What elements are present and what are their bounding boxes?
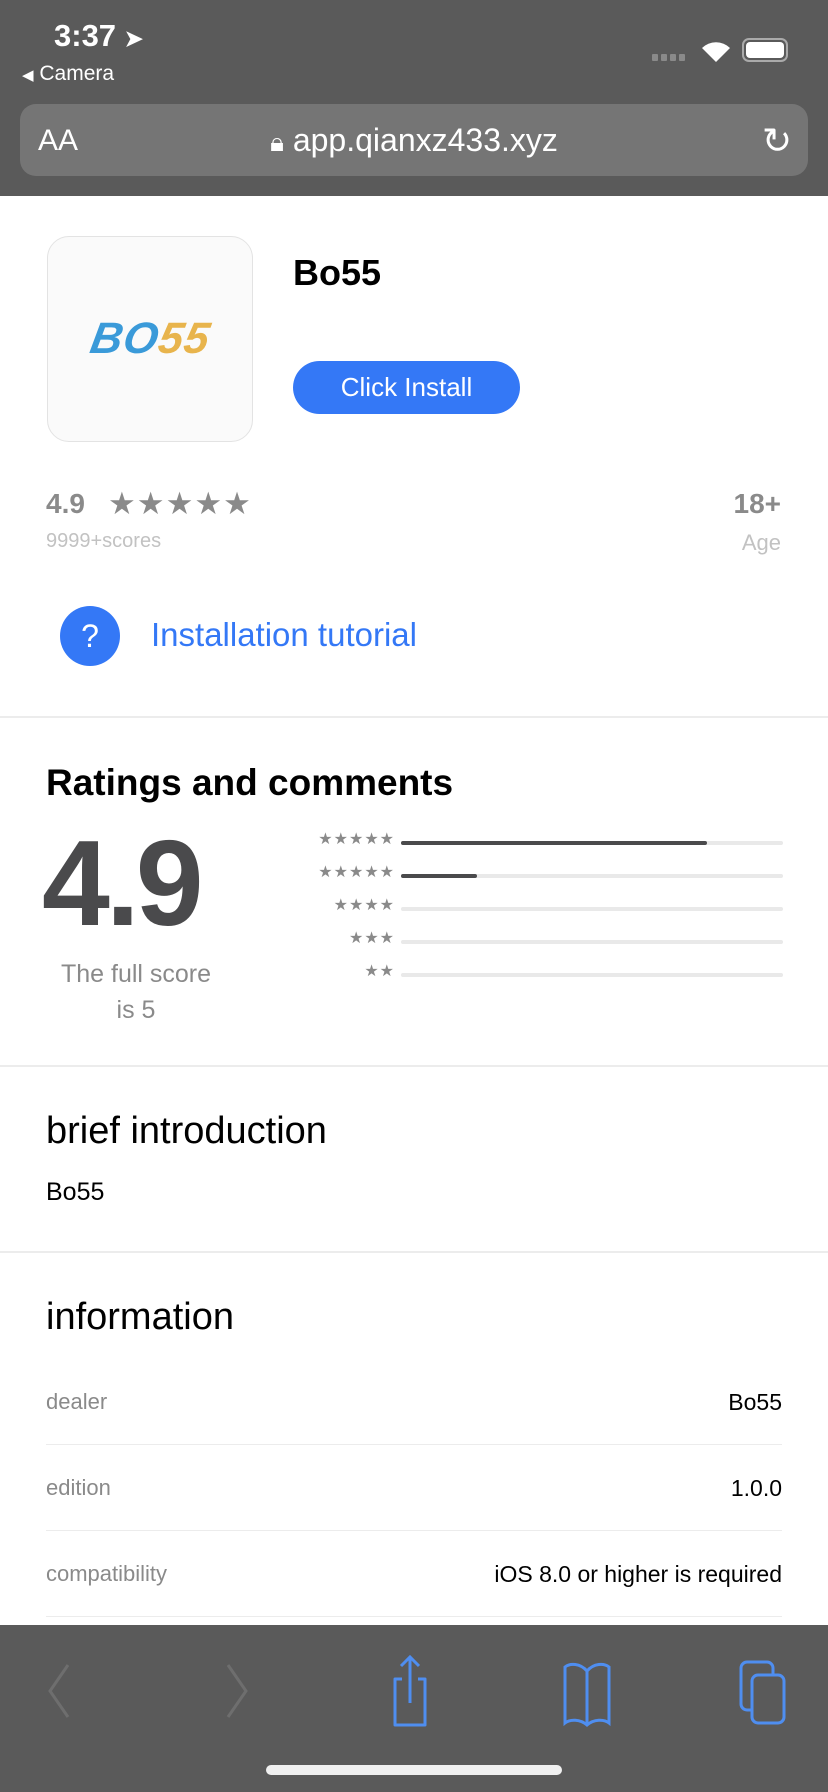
installation-tutorial-link[interactable]: Installation tutorial <box>151 616 417 654</box>
info-value: iOS 8.0 or higher is required <box>494 1561 782 1587</box>
info-row-edition: edition 1.0.0 <box>46 1445 782 1531</box>
row-stars-icon: ★★★ <box>348 930 395 947</box>
age-rating: 18+ <box>733 488 782 519</box>
row-stars-icon: ★★ <box>364 963 395 980</box>
info-label: edition <box>46 1475 111 1500</box>
info-value: Bo55 <box>728 1389 782 1415</box>
address-bar[interactable]: AA 🔒︎ app.qianxz433.xyz ↻ <box>20 104 808 176</box>
rating-stars-icon: ★★★★★ <box>108 486 252 521</box>
row-stars-icon: ★★★★★ <box>318 831 395 848</box>
rating-bar-track <box>401 973 783 977</box>
rating-bar-row: ★★★★★ <box>270 864 783 886</box>
rating-bar-track <box>401 907 783 911</box>
bookmarks-icon[interactable] <box>562 1661 612 1727</box>
rating-bar-track <box>401 841 783 845</box>
url-text[interactable]: 🔒︎ app.qianxz433.xyz <box>20 122 808 159</box>
browser-top-bar: 3:37 ➤ ◀ Camera AA 🔒︎ app.qianxz433.xyz … <box>0 0 828 196</box>
rating-value: 4.9 <box>46 488 85 519</box>
location-arrow-icon: ➤ <box>124 26 144 51</box>
back-app-label: Camera <box>39 62 115 85</box>
full-score-line1: The full score <box>60 960 212 988</box>
full-score-line2: is 5 <box>116 996 156 1024</box>
rating-bar-row: ★★ <box>270 963 783 985</box>
back-triangle-icon: ◀ <box>22 67 34 84</box>
divider <box>0 1251 828 1253</box>
rating-bar-track <box>401 940 783 944</box>
rating-bar-track <box>401 874 783 878</box>
app-icon: BO55 <box>47 236 253 442</box>
back-chevron-icon[interactable] <box>44 1661 74 1721</box>
rating-bar-fill <box>401 874 478 878</box>
intro-text: Bo55 <box>46 1178 105 1206</box>
logo-gold: 55 <box>154 314 214 363</box>
rating-bar-row: ★★★★ <box>270 897 783 919</box>
info-row-compatibility: compatibility iOS 8.0 or higher is requir… <box>46 1531 782 1617</box>
info-value: 1.0.0 <box>730 1475 782 1501</box>
status-time: 3:37 ➤ <box>54 18 143 54</box>
rating-bar-row: ★★★ <box>270 930 783 952</box>
rating-bar-row: ★★★★★ <box>270 831 783 853</box>
question-icon[interactable]: ? <box>60 606 120 666</box>
wifi-icon <box>702 42 730 62</box>
information-title: information <box>46 1296 234 1338</box>
info-label: compatibility <box>46 1561 168 1586</box>
share-icon[interactable] <box>390 1653 430 1729</box>
row-stars-icon: ★★★★ <box>333 897 395 914</box>
full-score-note: The full score is 5 <box>36 956 236 1028</box>
scores-count: 9999+scores <box>46 530 162 552</box>
divider <box>0 716 828 718</box>
ratings-title: Ratings and comments <box>46 762 454 803</box>
intro-title: brief introduction <box>46 1110 327 1152</box>
lock-icon: 🔒︎ <box>270 127 284 157</box>
reload-icon[interactable]: ↻ <box>762 120 792 162</box>
rating-bar-fill <box>401 841 707 845</box>
cellular-signal-icon <box>652 54 685 61</box>
home-indicator <box>266 1765 562 1775</box>
tabs-icon[interactable] <box>738 1659 788 1727</box>
row-stars-icon: ★★★★★ <box>318 864 395 881</box>
big-score: 4.9 <box>42 815 204 951</box>
app-name: Bo55 <box>293 252 382 293</box>
url-label: app.qianxz433.xyz <box>292 122 558 158</box>
back-to-app-link[interactable]: ◀ Camera <box>22 62 114 86</box>
install-button[interactable]: Click Install <box>293 361 520 414</box>
logo-blue: BO <box>86 314 163 363</box>
info-label: dealer <box>46 1389 108 1414</box>
age-label: Age <box>741 530 781 555</box>
battery-icon <box>742 38 788 62</box>
forward-chevron-icon[interactable] <box>222 1661 252 1721</box>
app-logo: BO55 <box>86 314 214 364</box>
time-text: 3:37 <box>54 18 117 53</box>
info-row-dealer: dealer Bo55 <box>46 1359 782 1445</box>
divider <box>0 1065 828 1067</box>
